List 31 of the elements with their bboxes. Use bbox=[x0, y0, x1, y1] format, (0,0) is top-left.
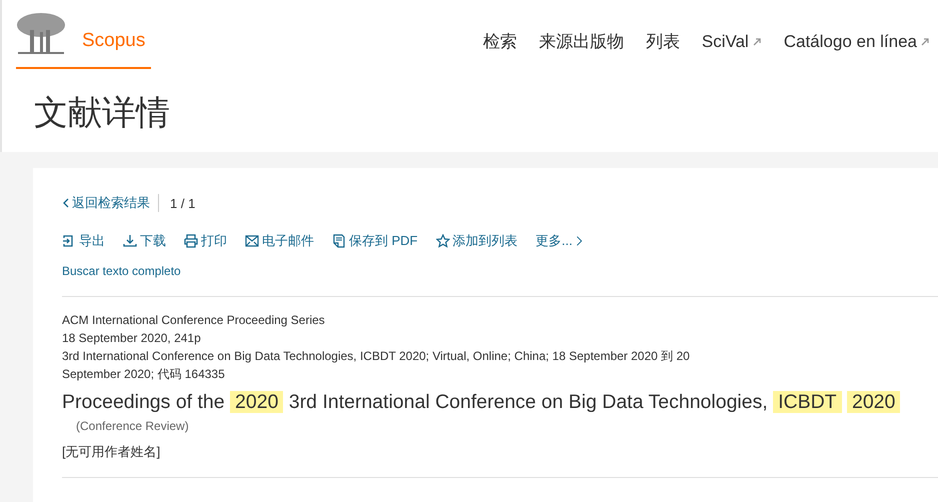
nav-link[interactable]: 来源出版物 bbox=[538, 30, 624, 53]
print-icon bbox=[184, 234, 198, 248]
nav-link[interactable]: Catálogo en línea bbox=[784, 30, 930, 53]
page-counter: 1 / 1 bbox=[170, 196, 196, 210]
document-title: Proceedings of the 2020 3rd International Conference on Big Data Technologies, ICBDT 2020 bbox=[62, 391, 938, 414]
star-action-link[interactable]: 添加到列表 bbox=[436, 232, 518, 250]
download-action-link[interactable]: 下载 bbox=[123, 232, 166, 250]
source-info-line: 3rd International Conference on Big Data Technologies, ICBDT 2020; Virtual, Online; China; 18 September 2020 到 20 September 2020; 代码 164335 bbox=[62, 348, 691, 383]
download-icon bbox=[123, 234, 137, 248]
source-info-line: ACM International Conference Proceeding Series bbox=[62, 312, 326, 329]
pdf-icon bbox=[332, 234, 346, 248]
chevron-left-icon bbox=[62, 198, 70, 208]
pdf-action-link[interactable]: 保存到 PDF bbox=[332, 232, 418, 250]
nav-link[interactable]: SciVal bbox=[702, 30, 762, 53]
page-title: 文献详情 bbox=[34, 93, 171, 134]
full-text-link[interactable]: Buscar texto completo bbox=[62, 264, 181, 278]
author-line: [无可用作者姓名] bbox=[62, 443, 162, 461]
print-action-link[interactable]: 打印 bbox=[184, 232, 227, 250]
document-type: (Conference Review) bbox=[76, 419, 190, 433]
external-arrow-icon bbox=[752, 36, 762, 46]
email-icon bbox=[245, 234, 259, 248]
more-action-link[interactable]: 更多... bbox=[536, 232, 586, 250]
back-link[interactable]: 返回检索结果 bbox=[62, 194, 150, 212]
nav-link[interactable]: 检索 bbox=[482, 30, 517, 53]
nav-link[interactable]: 列表 bbox=[646, 30, 680, 53]
external-arrow-icon bbox=[920, 36, 930, 46]
email-action-link[interactable]: 电子邮件 bbox=[245, 232, 314, 250]
star-icon bbox=[436, 234, 450, 248]
tree-logo-icon bbox=[16, 12, 66, 55]
source-info-line: 18 September 2020, 241p bbox=[62, 330, 202, 347]
export-action-link[interactable]: 导出 bbox=[62, 232, 105, 250]
